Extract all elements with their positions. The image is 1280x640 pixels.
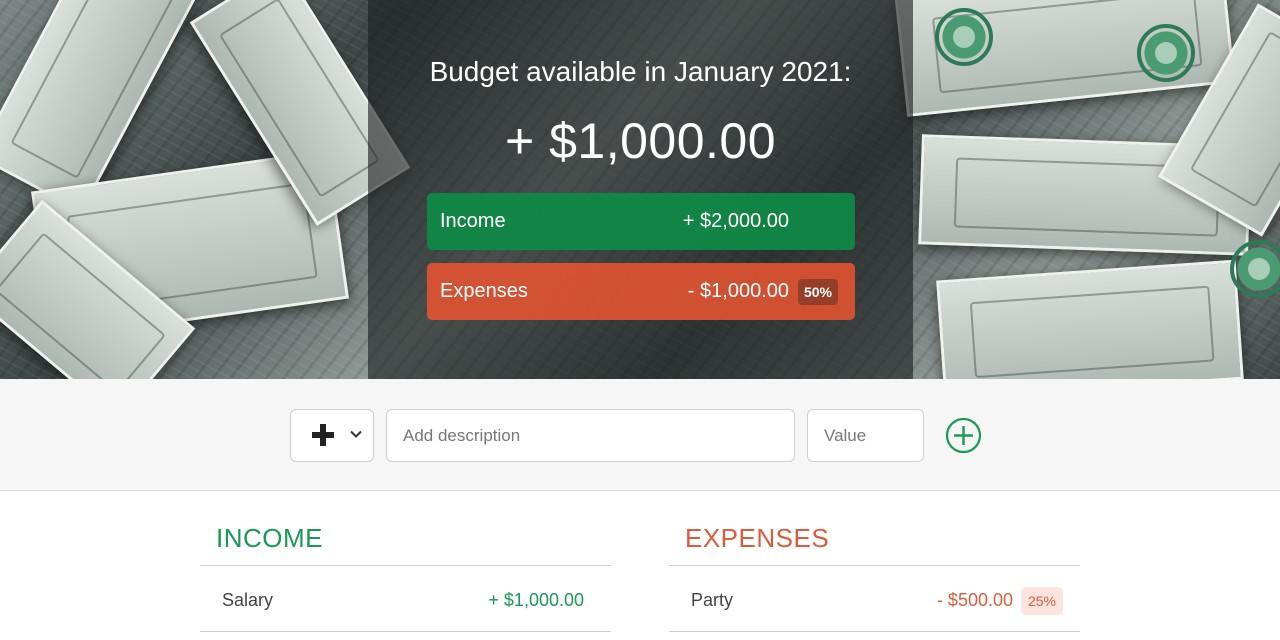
value-input[interactable] <box>807 409 924 462</box>
treasury-seal-icon <box>1137 24 1195 82</box>
treasury-seal-icon <box>1230 240 1280 298</box>
expenses-heading: EXPENSES <box>685 523 830 553</box>
income-heading: INCOME <box>216 523 323 553</box>
item-description: Salary <box>222 590 274 610</box>
banknote-image <box>936 259 1244 379</box>
item-description: Party <box>691 590 734 610</box>
income-summary-label: Income <box>440 210 506 232</box>
expenses-summary-label: Expenses <box>440 280 528 302</box>
income-summary-value: + $2,000.00 <box>682 210 789 232</box>
treasury-seal-icon <box>935 8 993 66</box>
add-entry-bar <box>0 379 1280 491</box>
expenses-percentage-badge: 50% <box>797 279 838 305</box>
description-input[interactable] <box>386 409 795 462</box>
expenses-summary-value: - $1,000.00 <box>687 280 789 302</box>
type-select[interactable] <box>290 409 374 462</box>
budget-title: Budget available in January 2021: <box>429 56 852 87</box>
item-value: - $500.00 <box>936 590 1013 610</box>
chevron-down-icon <box>349 427 363 441</box>
income-summary: Income + $2,000.00 <box>427 193 855 250</box>
plus-circle-icon <box>945 417 982 454</box>
item-percentage-badge: 25% <box>1020 587 1063 615</box>
expenses-summary: Expenses - $1,000.00 50% <box>427 263 855 320</box>
plus-icon <box>312 424 334 446</box>
budget-total: + $1,000.00 <box>504 113 777 169</box>
list-item: Party - $500.00 25% <box>669 566 1080 632</box>
item-value: + $1,000.00 <box>488 590 584 610</box>
list-item: Salary + $1,000.00 <box>200 566 611 632</box>
add-button[interactable] <box>945 417 982 454</box>
